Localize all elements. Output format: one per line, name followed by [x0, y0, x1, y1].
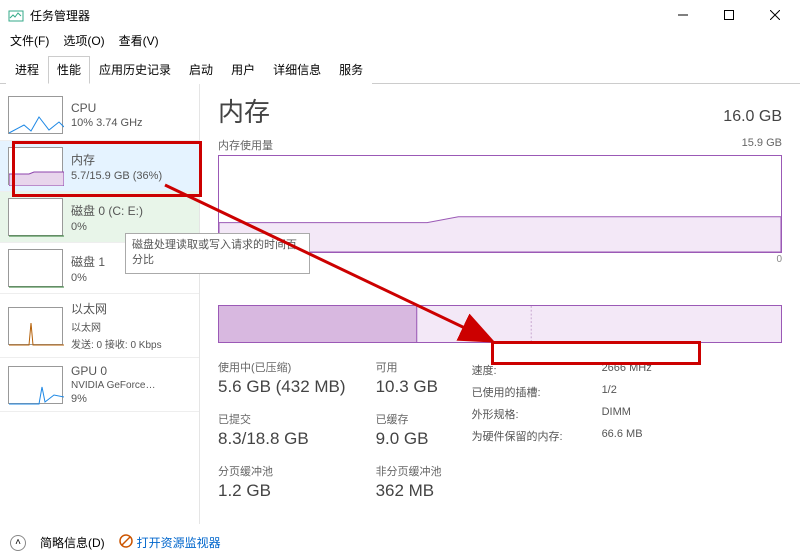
stat-paged: 1.2 GB — [218, 481, 346, 501]
cpu-thumb — [8, 96, 63, 134]
memory-thumb — [8, 147, 63, 185]
open-resmon-link[interactable]: 打开资源监视器 — [119, 534, 221, 551]
app-icon — [8, 7, 24, 23]
tab-services[interactable]: 服务 — [330, 56, 372, 84]
statusbar: ˄ 简略信息(D) 打开资源监视器 — [10, 534, 221, 551]
page-title: 内存 — [218, 92, 270, 129]
memory-composition-graph — [218, 305, 782, 343]
tab-app-history[interactable]: 应用历史记录 — [90, 56, 180, 84]
disk-tooltip: 磁盘处理读取或写入请求的时间百分比 — [125, 233, 310, 274]
val-slots: 1/2 — [602, 384, 617, 400]
stat-commit: 8.3/18.8 GB — [218, 429, 346, 449]
tab-processes[interactable]: 进程 — [6, 56, 48, 84]
sidebar-item-ethernet[interactable]: 以太网以太网发送: 0 接收: 0 Kbps — [0, 294, 199, 358]
minimize-button[interactable] — [660, 0, 706, 30]
stat-used: 5.6 GB (432 MB) — [218, 377, 346, 397]
sidebar-item-cpu[interactable]: CPU10% 3.74 GHz — [0, 90, 199, 141]
val-form: DIMM — [602, 406, 631, 422]
tabstrip: 进程 性能 应用历史记录 启动 用户 详细信息 服务 — [0, 55, 800, 84]
ethernet-thumb — [8, 307, 63, 345]
sidebar-item-memory[interactable]: 内存5.7/15.9 GB (36%) — [0, 141, 199, 192]
memory-details-table: 速度:2666 MHz 已使用的插槽:1/2 外形规格:DIMM 为硬件保留的内… — [472, 359, 652, 501]
menu-file[interactable]: 文件(F) — [10, 32, 49, 49]
val-speed: 2666 MHz — [602, 362, 652, 378]
gpu0-thumb — [8, 366, 63, 404]
tab-details[interactable]: 详细信息 — [264, 56, 330, 84]
graph-label: 内存使用量 — [218, 137, 273, 153]
val-reserved: 66.6 MB — [602, 428, 643, 444]
menu-options[interactable]: 选项(O) — [63, 32, 104, 49]
disk1-thumb — [8, 249, 63, 287]
tab-startup[interactable]: 启动 — [180, 56, 222, 84]
maximize-button[interactable] — [706, 0, 752, 30]
stat-cached: 9.0 GB — [376, 429, 442, 449]
titlebar: 任务管理器 — [0, 0, 800, 30]
stat-avail: 10.3 GB — [376, 377, 442, 397]
graph-max: 15.9 GB — [742, 137, 782, 153]
resmon-icon — [119, 534, 133, 551]
menu-view[interactable]: 查看(V) — [119, 32, 159, 49]
window-title: 任务管理器 — [30, 7, 660, 24]
stat-nonpaged: 362 MB — [376, 481, 442, 501]
disk0-thumb — [8, 198, 63, 236]
brief-info-link[interactable]: 简略信息(D) — [40, 534, 105, 551]
tab-users[interactable]: 用户 — [222, 56, 264, 84]
main-panel: 内存 16.0 GB 内存使用量15.9 GB 0 使用中(已压缩)5.6 GB… — [200, 84, 800, 524]
memory-total: 16.0 GB — [723, 108, 782, 126]
close-button[interactable] — [752, 0, 798, 30]
menubar: 文件(F) 选项(O) 查看(V) — [0, 30, 800, 55]
tab-performance[interactable]: 性能 — [48, 56, 90, 84]
chevron-up-icon[interactable]: ˄ — [10, 535, 26, 551]
sidebar-item-gpu0[interactable]: GPU 0NVIDIA GeForce…9% — [0, 358, 199, 412]
sidebar: CPU10% 3.74 GHz 内存5.7/15.9 GB (36%) 磁盘 0… — [0, 84, 200, 524]
